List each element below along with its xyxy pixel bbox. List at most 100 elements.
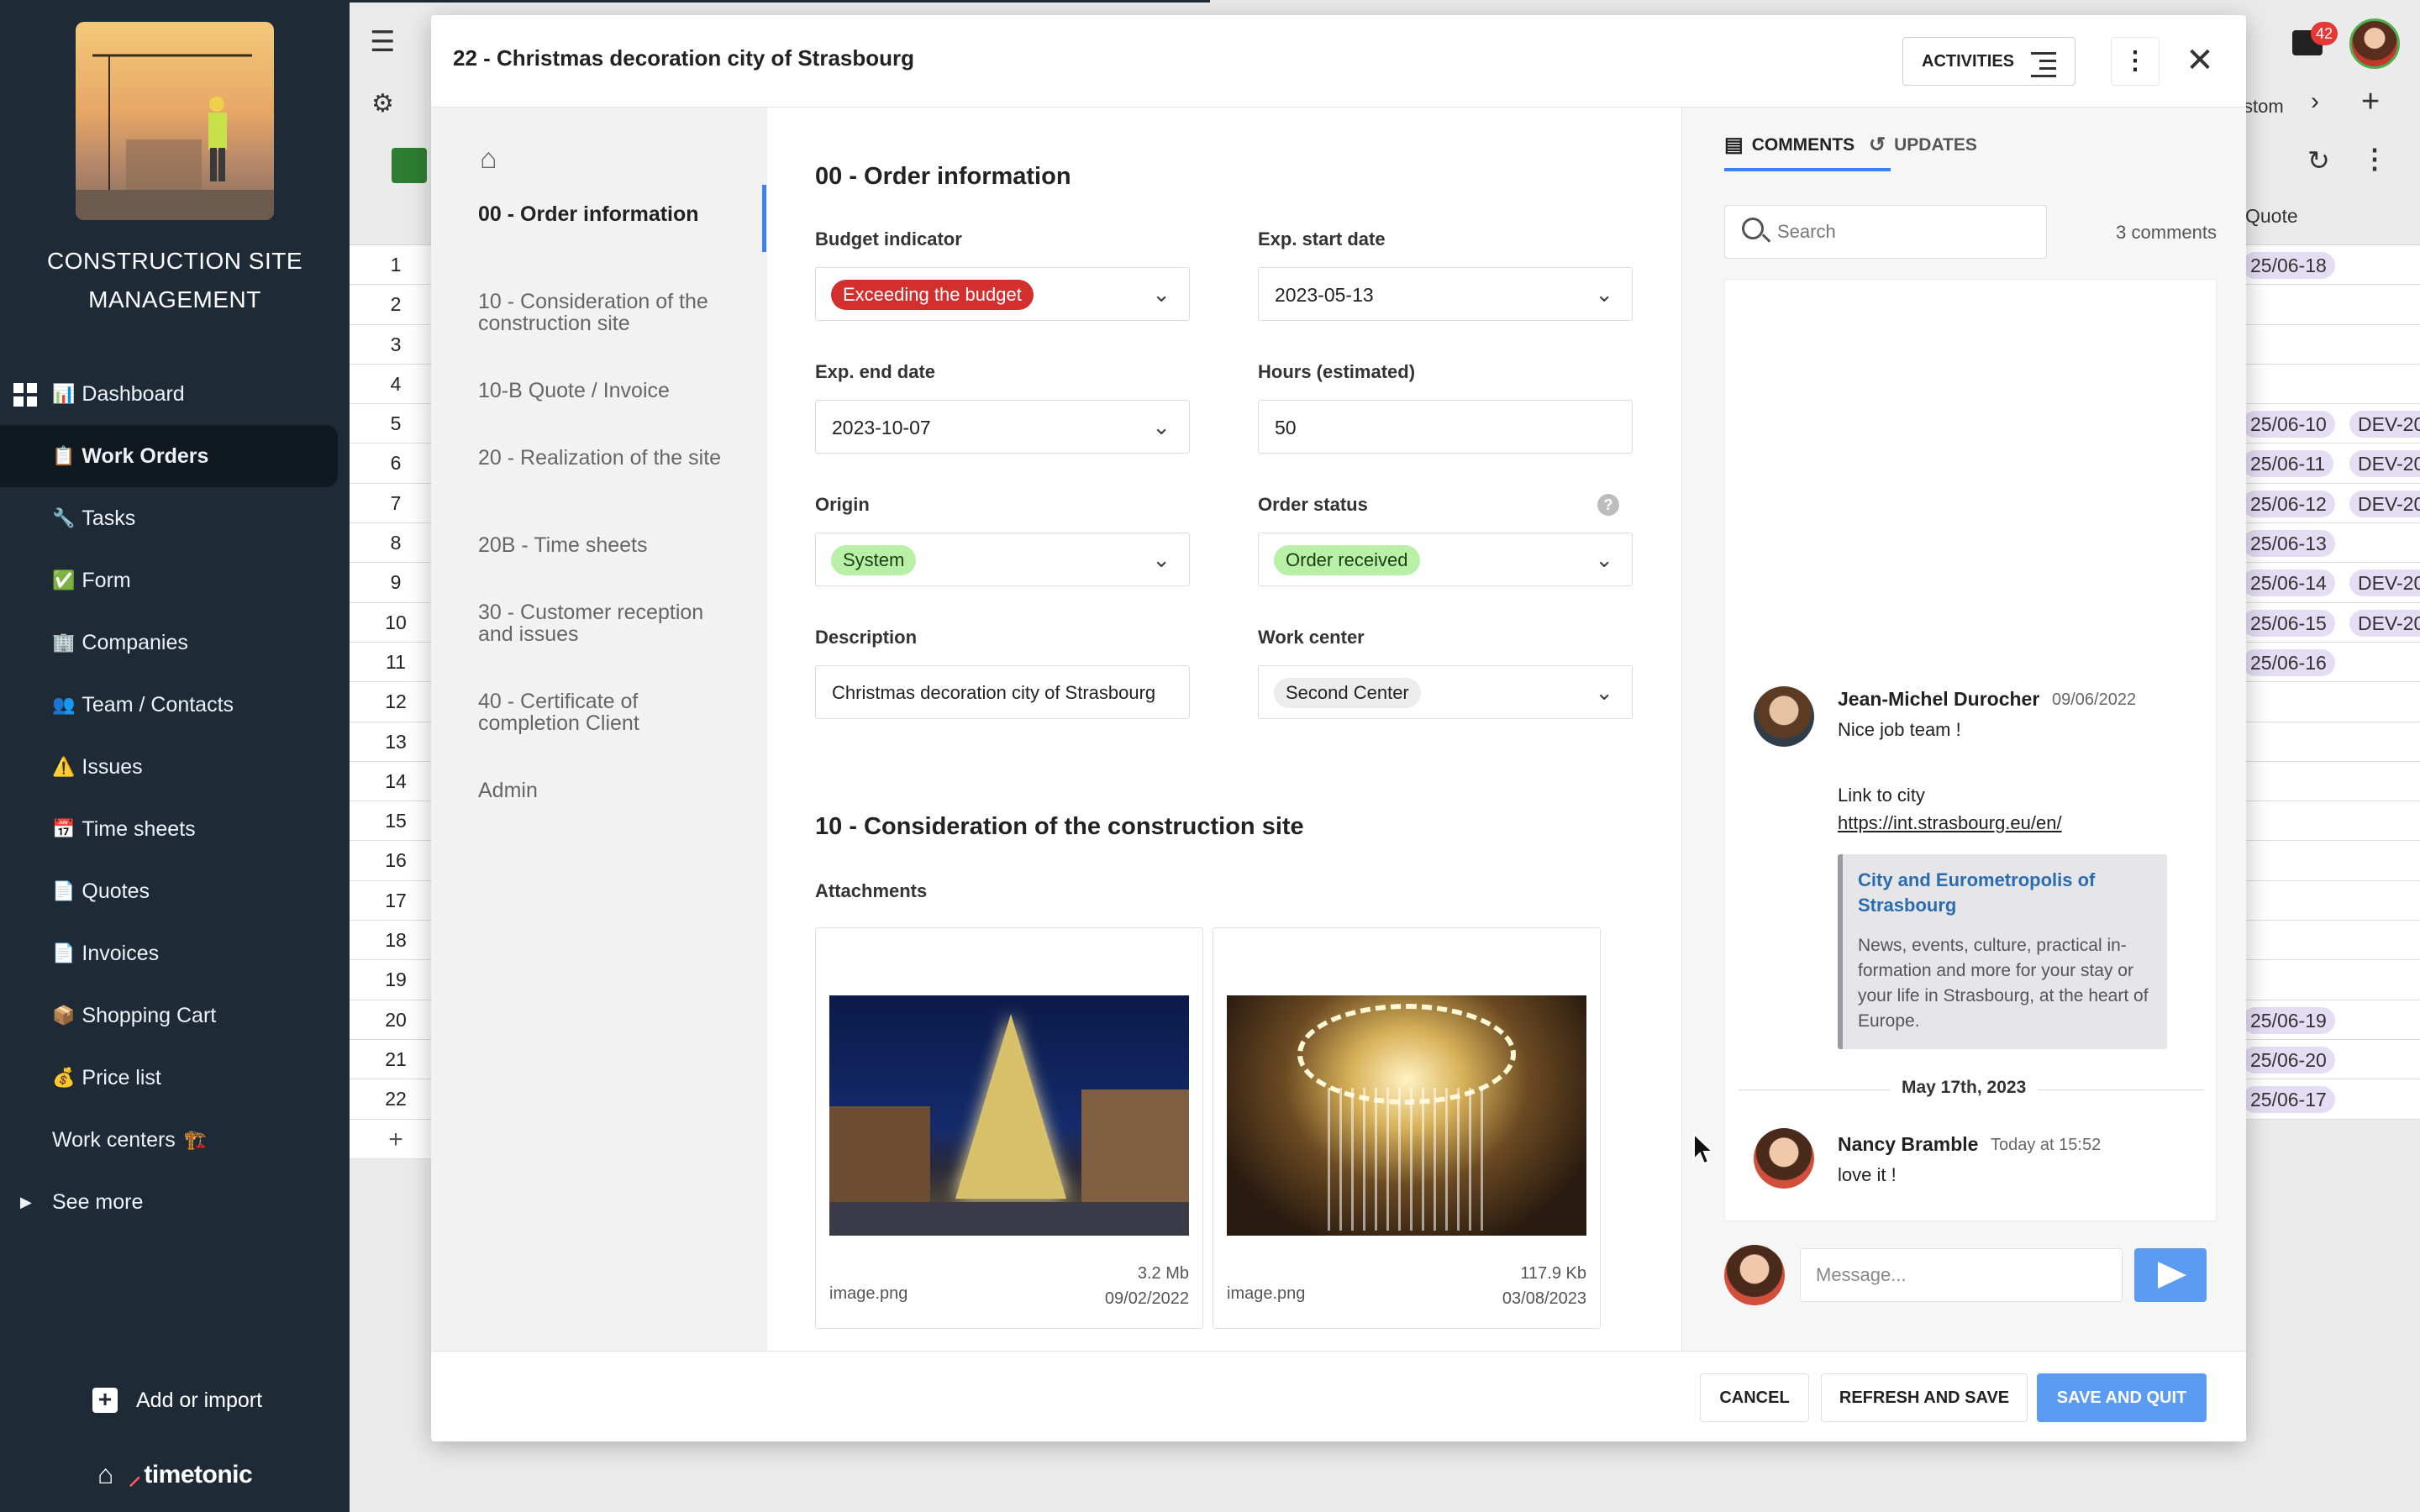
row-number[interactable]: 14 [350, 761, 442, 802]
row-number[interactable]: 17 [350, 880, 442, 921]
work-center-select[interactable]: Second Center ⌄ [1258, 665, 1633, 719]
table-row[interactable] [2235, 324, 2420, 365]
comment-link[interactable]: https://int.strasbourg.eu/en/ [1838, 812, 2062, 834]
sidebar-item-see-more[interactable]: ▶ See more [0, 1171, 350, 1233]
row-number[interactable]: 20 [350, 1000, 442, 1040]
sidebar-item-work-centers[interactable]: Work centers 🏗️ [0, 1109, 350, 1171]
table-row[interactable]: 25/06-17 [2235, 1079, 2420, 1120]
table-row[interactable] [2235, 880, 2420, 921]
add-row-plus-icon[interactable]: + [350, 1119, 442, 1159]
table-row[interactable] [2235, 682, 2420, 722]
row-number[interactable]: 22 [350, 1079, 442, 1120]
attachment-card[interactable]: 117.9 Kb 03/08/2023 image.png [1213, 927, 1601, 1329]
section-item-realization[interactable]: 20 - Realization of the site [478, 447, 730, 469]
table-row[interactable] [2235, 285, 2420, 325]
section-item-time-sheets[interactable]: 20B - Time sheets [478, 534, 730, 556]
row-number[interactable]: 13 [350, 722, 442, 762]
attachment-card[interactable]: 3.2 Mb 09/02/2022 image.png [815, 927, 1203, 1329]
hours-estimated-input[interactable]: 50 [1258, 400, 1633, 454]
row-number[interactable]: 4 [350, 364, 442, 405]
chevron-right-icon[interactable]: › [2311, 87, 2319, 116]
cancel-button[interactable]: CANCEL [1700, 1373, 1809, 1422]
sidebar-item-tasks[interactable]: 🔧 Tasks [0, 487, 350, 549]
description-input[interactable]: Christmas decoration city of Strasbourg [815, 665, 1190, 719]
row-number[interactable]: 8 [350, 523, 442, 564]
order-status-select[interactable]: Order received ⌄ [1258, 533, 1633, 586]
save-and-quit-button[interactable]: SAVE AND QUIT [2037, 1373, 2207, 1422]
refresh-icon[interactable]: ↻ [2307, 144, 2330, 176]
row-number[interactable]: 10 [350, 602, 442, 643]
row-number[interactable]: 21 [350, 1039, 442, 1080]
row-number[interactable]: 15 [350, 801, 442, 842]
row-number[interactable]: 2 [350, 285, 442, 325]
table-row[interactable] [2235, 761, 2420, 802]
row-number[interactable]: 7 [350, 483, 442, 524]
sidebar-item-time-sheets[interactable]: 📅 Time sheets [0, 798, 350, 860]
row-number[interactable]: 16 [350, 841, 442, 881]
send-button[interactable] [2134, 1248, 2207, 1302]
table-row[interactable] [2235, 364, 2420, 405]
row-number[interactable]: 18 [350, 921, 442, 961]
section-item-customer-reception[interactable]: 30 - Customer reception and issues [478, 601, 730, 645]
sidebar-item-shopping-cart[interactable]: 📦 Shopping Cart [0, 984, 350, 1047]
section-item-consideration[interactable]: 10 - Consideration of the construction s… [478, 291, 730, 334]
filter-sliders-icon[interactable]: ⚙ [371, 89, 394, 118]
tab-updates[interactable]: ↺ UPDATES [1869, 133, 1977, 157]
close-icon[interactable]: ✕ [2181, 42, 2218, 79]
section-item-quote-invoice[interactable]: 10-B Quote / Invoice [478, 380, 730, 402]
table-row[interactable]: 25/06-14 DEV-20 [2235, 563, 2420, 603]
table-row[interactable]: 25/06-20 [2235, 1039, 2420, 1080]
row-number[interactable]: 9 [350, 563, 442, 603]
table-row[interactable]: 25/06-11 DEV-20 [2235, 444, 2420, 484]
row-number[interactable]: 6 [350, 444, 442, 484]
table-row[interactable] [2235, 841, 2420, 881]
table-row[interactable]: 25/06-13 [2235, 523, 2420, 564]
spreadsheet-icon[interactable] [392, 148, 427, 183]
sidebar-item-price-list[interactable]: 💰 Price list [0, 1047, 350, 1109]
exp-end-date-field[interactable]: 2023-10-07 ⌄ [815, 400, 1190, 454]
table-row[interactable]: 25/06-15 DEV-20 [2235, 602, 2420, 643]
row-number[interactable]: 12 [350, 682, 442, 722]
table-row[interactable]: 25/06-19 [2235, 1000, 2420, 1040]
home-icon[interactable]: ⌂ [97, 1459, 113, 1490]
table-row[interactable] [2235, 722, 2420, 762]
activities-button[interactable]: ACTIVITIES [1902, 37, 2075, 86]
table-row[interactable]: 25/06-18 [2235, 245, 2420, 286]
sidebar-item-dashboard[interactable]: 📊 Dashboard [0, 363, 350, 425]
table-row[interactable] [2235, 921, 2420, 961]
table-row[interactable]: 25/06-10 DEV-20 [2235, 404, 2420, 444]
hamburger-menu-icon[interactable]: ☰ [370, 25, 395, 59]
refresh-and-save-button[interactable]: REFRESH AND SAVE [1821, 1373, 2028, 1422]
budget-indicator-select[interactable]: Exceeding the budget ⌄ [815, 267, 1190, 321]
section-item-certificate[interactable]: 40 - Certificate of completion Client [478, 690, 730, 734]
more-vertical-icon[interactable]: ⋮ [2361, 143, 2388, 175]
sidebar-item-work-orders[interactable]: 📋 Work Orders [0, 425, 338, 487]
notifications-button[interactable]: 42 [2289, 22, 2338, 64]
tab-comments[interactable]: ▤ COMMENTS [1724, 133, 1854, 157]
home-icon[interactable]: ⌂ [480, 143, 497, 176]
plus-icon[interactable]: + [2361, 84, 2380, 120]
row-number[interactable]: 5 [350, 404, 442, 444]
add-or-import-button[interactable]: + Add or import [92, 1388, 262, 1413]
quote-column-header[interactable]: Quote [2245, 205, 2298, 228]
row-number[interactable]: 1 [350, 245, 442, 286]
sidebar-item-companies[interactable]: 🏢 Companies [0, 612, 350, 674]
table-row[interactable]: 25/06-16 [2235, 642, 2420, 683]
sidebar-item-form[interactable]: ✅ Form [0, 549, 350, 612]
help-icon[interactable]: ? [1597, 494, 1619, 516]
row-number[interactable]: 19 [350, 960, 442, 1000]
sidebar-item-issues[interactable]: ⚠️ Issues [0, 736, 350, 798]
section-item-order-information[interactable]: 00 - Order information [478, 203, 730, 225]
sidebar-item-team-contacts[interactable]: 👥 Team / Contacts [0, 674, 350, 736]
table-row[interactable]: 25/06-12 DEV-20 [2235, 483, 2420, 524]
message-input[interactable] [1800, 1248, 2123, 1302]
table-row[interactable] [2235, 960, 2420, 1000]
origin-select[interactable]: System ⌄ [815, 533, 1190, 586]
sidebar-item-quotes[interactable]: 📄 Quotes [0, 860, 350, 922]
row-number[interactable]: 11 [350, 642, 442, 683]
user-avatar[interactable] [2349, 18, 2400, 69]
link-preview-card[interactable]: City and Eurometropolis of Strasbourg Ne… [1838, 854, 2167, 1049]
row-number[interactable]: 3 [350, 324, 442, 365]
table-row[interactable] [2235, 801, 2420, 842]
section-item-admin[interactable]: Admin [478, 780, 730, 801]
